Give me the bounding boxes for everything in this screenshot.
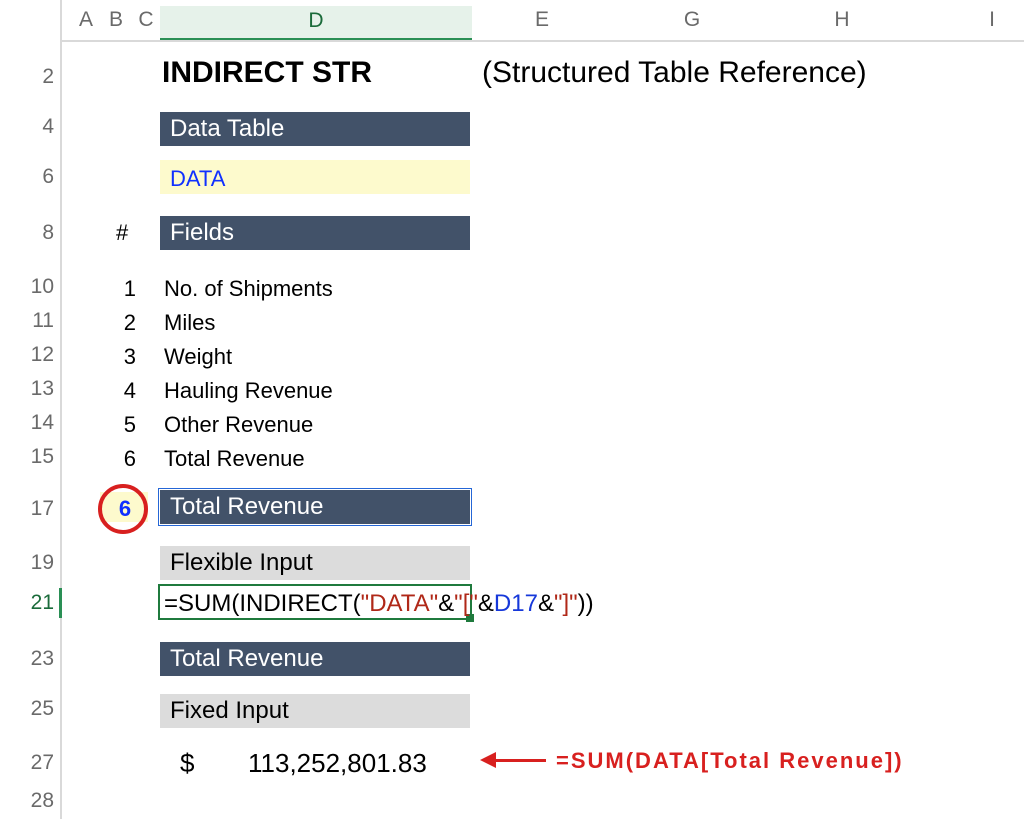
- col-E[interactable]: E: [532, 8, 552, 32]
- flexible-input-label: Flexible Input: [170, 549, 313, 576]
- fixed-input-label: Fixed Input: [170, 697, 289, 724]
- field-4: Hauling Revenue: [164, 378, 333, 404]
- selection-d17-blue: [158, 488, 472, 526]
- row-8[interactable]: 8: [0, 222, 62, 243]
- formula-close-sum: ): [586, 590, 594, 617]
- col-I[interactable]: I: [982, 8, 1002, 32]
- col-D-active[interactable]: D: [160, 6, 472, 40]
- section-fields-label: Fields: [170, 219, 234, 246]
- formula-ref: D17: [494, 590, 538, 617]
- formula-p5: "]": [554, 590, 578, 617]
- row-2[interactable]: 2: [0, 66, 62, 87]
- column-headers[interactable]: A B C D E G H I: [62, 0, 1024, 42]
- row-27[interactable]: 27: [0, 752, 62, 773]
- field-num-5: 5: [108, 412, 136, 438]
- formula-close-ind: ): [578, 590, 586, 617]
- row-13[interactable]: 13: [0, 378, 62, 399]
- formula-p1: =SUM(: [164, 590, 239, 617]
- field-num-2: 2: [108, 310, 136, 336]
- row-25[interactable]: 25: [0, 698, 62, 719]
- col-C[interactable]: C: [136, 8, 156, 32]
- field-1: No. of Shipments: [164, 276, 333, 302]
- total-revenue-band: Total Revenue: [160, 642, 470, 676]
- red-circle-annotation: [98, 484, 148, 534]
- field-num-3: 3: [108, 344, 136, 370]
- formula-p3: "DATA": [361, 590, 438, 617]
- row-6[interactable]: 6: [0, 166, 62, 187]
- col-A[interactable]: A: [76, 8, 96, 32]
- annotation-text: =SUM(DATA[Total Revenue]): [556, 748, 904, 774]
- spreadsheet-canvas[interactable]: A B C D E G H I 2 4 6 8 10 11 12 13 14 1…: [0, 0, 1024, 819]
- row-11[interactable]: 11: [0, 310, 62, 331]
- result-value: 113,252,801.83: [248, 748, 427, 779]
- section-fields: Fields: [160, 216, 470, 250]
- row-10[interactable]: 10: [0, 276, 62, 297]
- data-name-cell[interactable]: DATA: [170, 166, 225, 192]
- page-title-regular: (Structured Table Reference): [482, 56, 867, 90]
- formula-amp3: &: [538, 590, 554, 617]
- field-3: Weight: [164, 344, 232, 370]
- field-5: Other Revenue: [164, 412, 313, 438]
- field-num-6: 6: [108, 446, 136, 472]
- formula-amp2: &: [478, 590, 494, 617]
- row-19[interactable]: 19: [0, 552, 62, 573]
- fixed-input-band: Fixed Input: [160, 694, 470, 728]
- field-num-1: 1: [108, 276, 136, 302]
- field-2: Miles: [164, 310, 215, 336]
- row-14[interactable]: 14: [0, 412, 62, 433]
- row-23[interactable]: 23: [0, 648, 62, 669]
- row-active-indicator: [59, 588, 62, 618]
- field-num-4: 4: [108, 378, 136, 404]
- row-12[interactable]: 12: [0, 344, 62, 365]
- row-28[interactable]: 28: [0, 790, 62, 811]
- col-B[interactable]: B: [106, 8, 126, 32]
- result-currency: $: [180, 748, 194, 779]
- row-4[interactable]: 4: [0, 116, 62, 137]
- fields-num-header: #: [116, 220, 128, 246]
- field-6: Total Revenue: [164, 446, 305, 472]
- formula-cell[interactable]: =SUM(INDIRECT("DATA"&"["&D17&"]")): [164, 590, 594, 618]
- formula-amp1: &: [438, 590, 454, 617]
- section-data-table: Data Table: [160, 112, 470, 146]
- column-header-border: [62, 40, 1024, 42]
- row-17[interactable]: 17: [0, 498, 62, 519]
- row-15[interactable]: 15: [0, 446, 62, 467]
- flexible-input-band: Flexible Input: [160, 546, 470, 580]
- total-revenue-label: Total Revenue: [170, 645, 323, 672]
- row-21-active[interactable]: 21: [0, 592, 62, 613]
- page-title-bold: INDIRECT STR: [162, 56, 372, 90]
- col-G[interactable]: G: [682, 8, 702, 32]
- formula-p4: "[": [454, 590, 478, 617]
- section-data-table-label: Data Table: [170, 115, 284, 142]
- formula-p2: INDIRECT(: [239, 590, 360, 617]
- col-H[interactable]: H: [832, 8, 852, 32]
